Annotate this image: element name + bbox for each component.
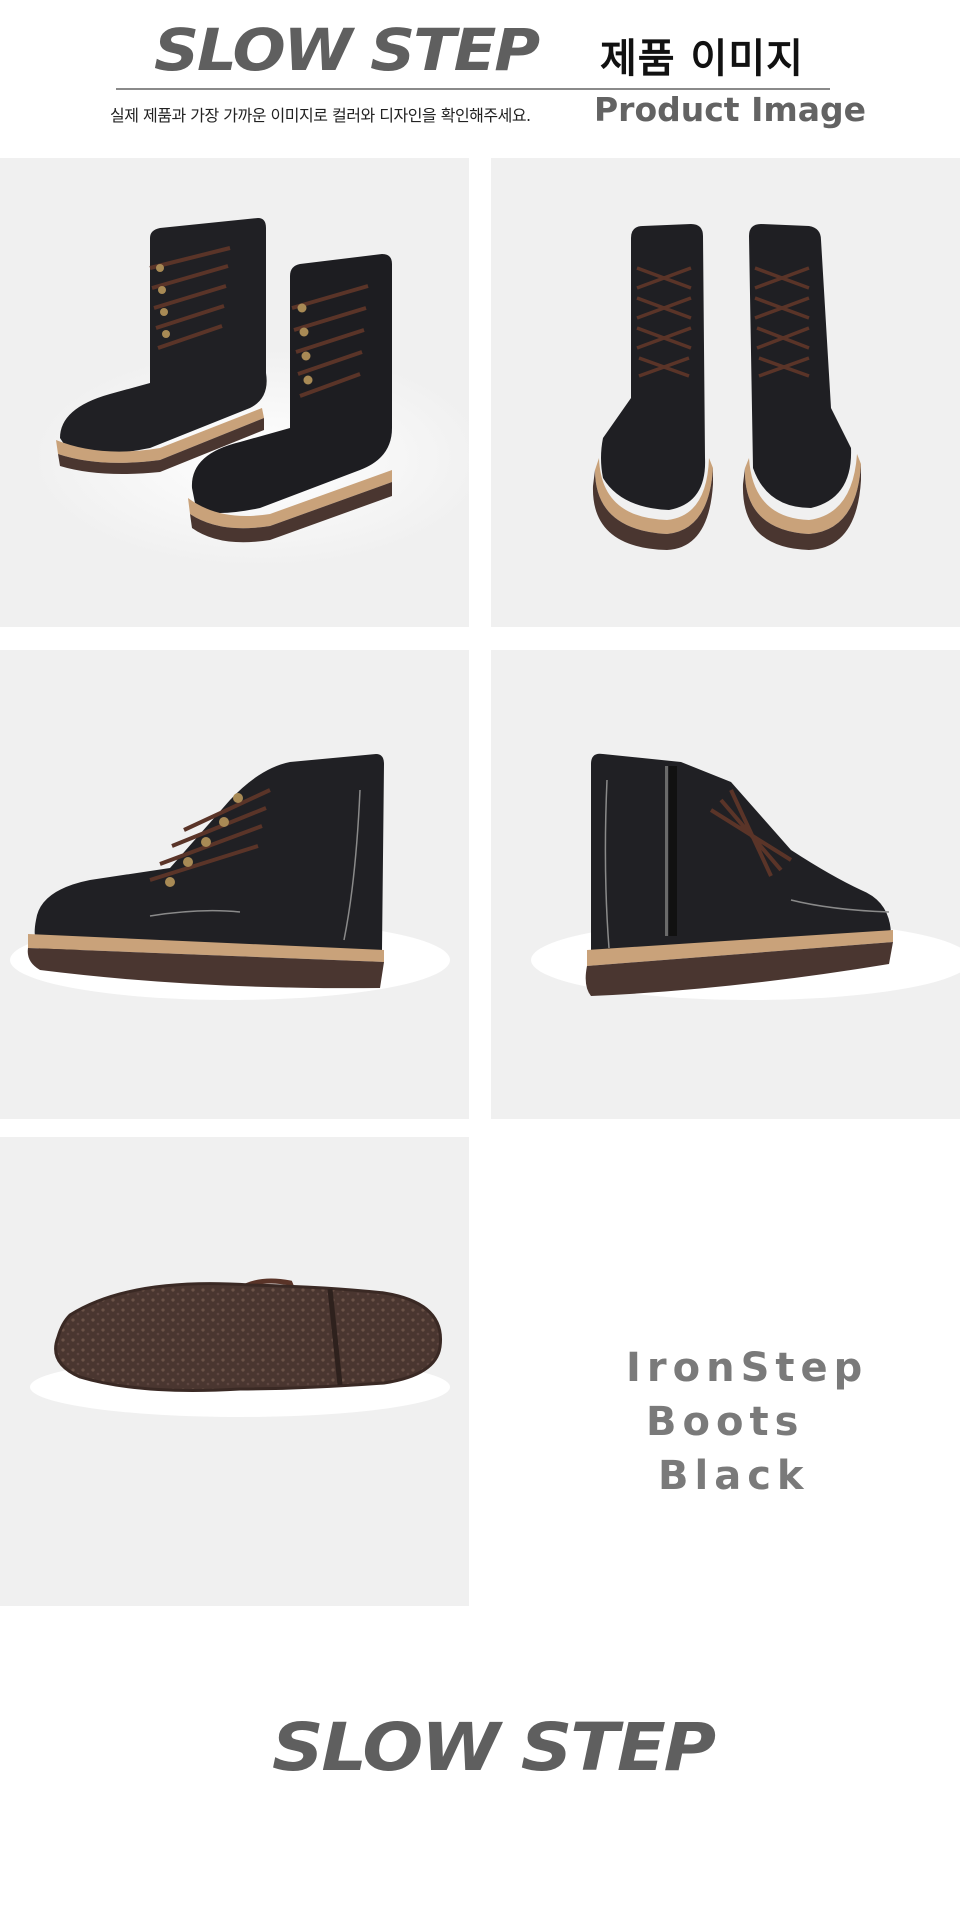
boot-left bbox=[592, 224, 713, 550]
product-name-line-1: IronStep bbox=[626, 1345, 869, 1391]
product-photo-pair-front bbox=[491, 158, 960, 627]
product-name-line-2: Boots bbox=[646, 1399, 805, 1445]
boot-right bbox=[742, 224, 861, 550]
boot-sole bbox=[54, 1278, 443, 1392]
product-photo-pair-angle bbox=[0, 158, 469, 627]
product-name-line-3: Black bbox=[658, 1453, 810, 1499]
boot-left bbox=[56, 218, 267, 474]
footer-brand-logo: SLOW STEP bbox=[272, 1709, 718, 1782]
page-title-english: Product Image bbox=[594, 90, 867, 129]
product-photo-side-inner bbox=[491, 650, 960, 1119]
product-name-panel: IronStep Boots Black bbox=[491, 1137, 960, 1606]
brand-logo-text: SLOW STEP bbox=[154, 16, 540, 80]
footer-logo-text: SLOW STEP bbox=[272, 1709, 716, 1782]
brand-logo: SLOW STEP bbox=[154, 16, 542, 80]
boot-side bbox=[27, 754, 385, 989]
page-header: SLOW STEP 제품 이미지 실제 제품과 가장 가까운 이미지로 컬러와 … bbox=[0, 0, 960, 158]
product-photo-outsole bbox=[0, 1137, 469, 1606]
boot-side-zip bbox=[585, 753, 893, 996]
product-photo-side-outer bbox=[0, 650, 469, 1119]
page-title-korean: 제품 이미지 bbox=[600, 36, 804, 82]
page-subtitle: 실제 제품과 가장 가까운 이미지로 컬러와 디자인을 확인해주세요. bbox=[110, 106, 531, 125]
